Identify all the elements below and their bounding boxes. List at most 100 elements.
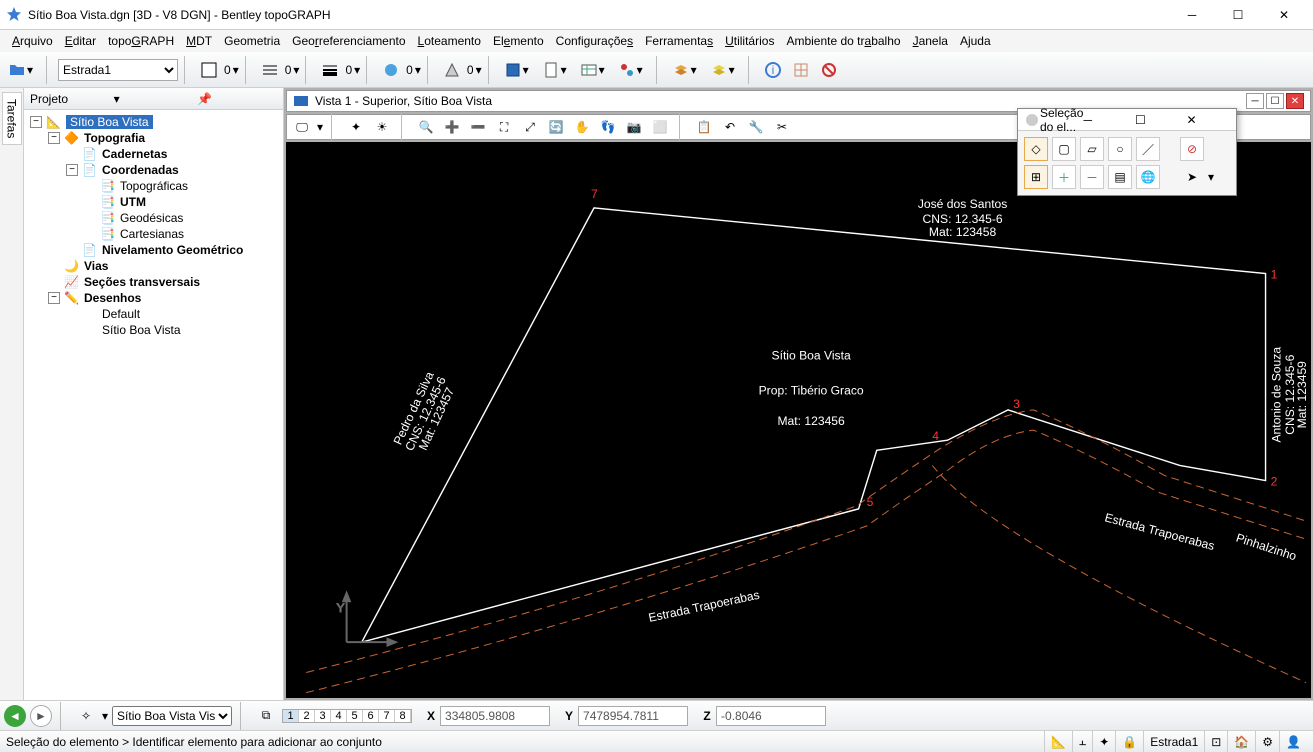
table-button[interactable]: ▾ bbox=[576, 56, 612, 84]
tree-root[interactable]: −📐Sítio Boa Vista bbox=[30, 114, 279, 130]
pin-icon[interactable]: 📌 bbox=[197, 92, 277, 106]
menu-georref[interactable]: Georreferenciamento bbox=[286, 32, 411, 50]
sel-deny-icon[interactable]: ⊘ bbox=[1180, 137, 1204, 161]
menu-arquivo[interactable]: Arquivo bbox=[6, 32, 59, 50]
linestyle-picker[interactable] bbox=[257, 56, 283, 84]
toolbox-min[interactable]: ─ bbox=[1084, 113, 1128, 127]
menu-topograph[interactable]: topoGRAPH bbox=[102, 32, 180, 50]
maximize-button[interactable]: ☐ bbox=[1215, 1, 1261, 29]
tree-default[interactable]: Default bbox=[66, 306, 279, 322]
tree-vias[interactable]: 🌙Vias bbox=[48, 258, 279, 274]
vt-prev-icon[interactable]: ↶ bbox=[719, 116, 741, 138]
tree-topografia[interactable]: −🔶Topografia bbox=[48, 130, 279, 146]
x-input[interactable] bbox=[440, 706, 550, 726]
status-prefs[interactable]: ⚙ bbox=[1255, 731, 1279, 752]
vt-copy-icon[interactable]: 📋 bbox=[693, 116, 715, 138]
dropdown-icon[interactable]: ▾ bbox=[114, 92, 194, 106]
nav-view-select[interactable]: Sítio Boa Vista Vis bbox=[112, 706, 232, 726]
sel-grid-icon[interactable]: ⊞ bbox=[1024, 165, 1048, 189]
menu-ferramentas[interactable]: Ferramentas bbox=[639, 32, 719, 50]
vt-view-icon[interactable]: ⬜ bbox=[649, 116, 671, 138]
tasks-tab[interactable]: Tarefas bbox=[0, 88, 24, 700]
nav-fwd-button[interactable]: ► bbox=[30, 705, 52, 727]
vt-window-icon[interactable]: ⛶ bbox=[493, 116, 515, 138]
close-button[interactable]: ✕ bbox=[1261, 1, 1307, 29]
status-snap[interactable]: ✦ bbox=[1092, 731, 1115, 752]
menu-janela[interactable]: Janela bbox=[907, 32, 954, 50]
globe-button[interactable] bbox=[378, 56, 404, 84]
sel-cursor-icon[interactable]: ➤ bbox=[1180, 165, 1204, 189]
level-select[interactable]: Estrada1 bbox=[58, 59, 178, 81]
vt-plus-icon[interactable]: ✦ bbox=[345, 116, 367, 138]
sel-dropdown[interactable]: ▾ bbox=[1208, 170, 1214, 184]
tree-geodesicas[interactable]: 📑Geodésicas bbox=[84, 210, 279, 226]
tree-cadernetas[interactable]: 📄Cadernetas bbox=[66, 146, 279, 162]
vt-fit-icon[interactable]: ⤢ bbox=[519, 116, 541, 138]
sel-layers-icon[interactable]: ▤ bbox=[1108, 165, 1132, 189]
sel-plus-icon[interactable]: ＋ bbox=[1052, 165, 1076, 189]
tree-secoes[interactable]: 📈Seções transversais bbox=[48, 274, 279, 290]
open-button[interactable]: ▾ bbox=[4, 56, 40, 84]
vt-pan-icon[interactable]: ✋ bbox=[571, 116, 593, 138]
status-tool1[interactable]: 📐 bbox=[1044, 731, 1072, 752]
menu-elemento[interactable]: Elemento bbox=[487, 32, 550, 50]
vt-display[interactable]: 🖵 bbox=[291, 116, 313, 138]
menu-editar[interactable]: Editar bbox=[59, 32, 102, 50]
vt-wrench-icon[interactable]: 🔧 bbox=[745, 116, 767, 138]
color-picker[interactable] bbox=[196, 56, 222, 84]
tree-sitio[interactable]: Sítio Boa Vista bbox=[66, 322, 279, 338]
nav-window-icon[interactable]: ⧉ bbox=[254, 702, 278, 730]
grid-button[interactable] bbox=[788, 56, 814, 84]
status-home[interactable]: 🏠 bbox=[1227, 731, 1255, 752]
vt-rotate-icon[interactable]: 🔄 bbox=[545, 116, 567, 138]
minimize-button[interactable]: ─ bbox=[1169, 1, 1215, 29]
selection-toolbox[interactable]: Seleção do el... ─ ☐ ✕ ◇ ▢ ▱ ○ ／ ⊘ ⊞ ＋ －… bbox=[1017, 108, 1237, 196]
layers1-button[interactable]: ▾ bbox=[668, 56, 704, 84]
info-button[interactable]: i bbox=[760, 56, 786, 84]
vt-zoomin-icon[interactable]: ➕ bbox=[441, 116, 463, 138]
vt-sun-icon[interactable]: ☀ bbox=[371, 116, 393, 138]
tree-coordenadas[interactable]: −📄Coordenadas bbox=[66, 162, 279, 178]
nav-back-button[interactable]: ◄ bbox=[4, 705, 26, 727]
nav-compass-icon[interactable]: ✧ bbox=[74, 702, 98, 730]
menu-mdt[interactable]: MDT bbox=[180, 32, 218, 50]
view-number-boxes[interactable]: 12345678 bbox=[282, 709, 412, 723]
settings-button[interactable]: ▾ bbox=[614, 56, 650, 84]
toolbox-close[interactable]: ✕ bbox=[1187, 113, 1231, 127]
view-min-button[interactable]: ─ bbox=[1246, 93, 1264, 109]
sel-square-icon[interactable]: ▢ bbox=[1052, 137, 1076, 161]
sel-circle-icon[interactable]: ○ bbox=[1108, 137, 1132, 161]
menu-ajuda[interactable]: Ajuda bbox=[954, 32, 997, 50]
toolbox-max[interactable]: ☐ bbox=[1135, 113, 1179, 127]
tree-utm[interactable]: 📑UTM bbox=[84, 194, 279, 210]
transparency-button[interactable] bbox=[439, 56, 465, 84]
status-lock[interactable]: 🔒 bbox=[1115, 731, 1143, 752]
sel-shape-icon[interactable]: ▱ bbox=[1080, 137, 1104, 161]
menu-ambiente[interactable]: Ambiente do trabalho bbox=[780, 32, 906, 50]
vt-zoom-icon[interactable]: 🔍 bbox=[415, 116, 437, 138]
z-input[interactable] bbox=[716, 706, 826, 726]
window-button[interactable]: ▾ bbox=[500, 56, 536, 84]
menu-loteamento[interactable]: Loteamento bbox=[412, 32, 487, 50]
menu-util[interactable]: Utilitários bbox=[719, 32, 780, 50]
tree-desenhos[interactable]: −✏️Desenhos bbox=[48, 290, 279, 306]
deny-button[interactable] bbox=[816, 56, 842, 84]
sel-line-icon[interactable]: ／ bbox=[1136, 137, 1160, 161]
status-level[interactable]: Estrada1 bbox=[1143, 731, 1204, 752]
vt-cam-icon[interactable]: 📷 bbox=[623, 116, 645, 138]
status-dialog[interactable]: ⊡ bbox=[1204, 731, 1227, 752]
layers2-button[interactable]: ▾ bbox=[706, 56, 742, 84]
drawing-canvas[interactable]: Sítio Boa Vista Prop: Tibério Graco Mat:… bbox=[286, 142, 1311, 698]
view-max-button[interactable]: ☐ bbox=[1266, 93, 1284, 109]
status-user[interactable]: 👤 bbox=[1279, 731, 1307, 752]
sel-minus-icon[interactable]: － bbox=[1080, 165, 1104, 189]
lineweight-picker[interactable] bbox=[317, 56, 343, 84]
vt-walk-icon[interactable]: 👣 bbox=[597, 116, 619, 138]
sel-globe-icon[interactable]: 🌐 bbox=[1136, 165, 1160, 189]
tree-nivelamento[interactable]: 📄Nivelamento Geométrico bbox=[66, 242, 279, 258]
view-close-button[interactable]: ✕ bbox=[1286, 93, 1304, 109]
menu-config[interactable]: Configurações bbox=[550, 32, 639, 50]
sel-rect-icon[interactable]: ◇ bbox=[1024, 137, 1048, 161]
status-tool2[interactable]: ⫠ bbox=[1072, 731, 1092, 752]
doc-button[interactable]: ▾ bbox=[538, 56, 574, 84]
